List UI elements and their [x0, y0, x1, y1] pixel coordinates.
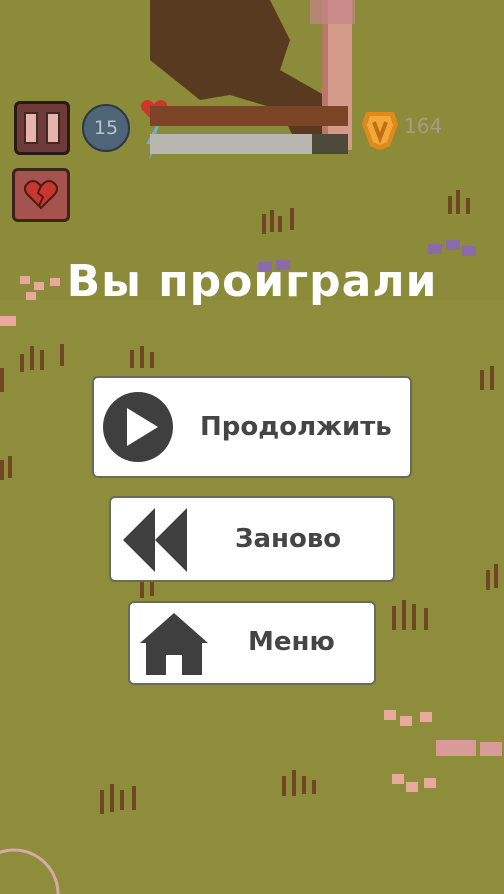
continue-label: Продолжить	[200, 412, 392, 442]
rewind-icon	[123, 508, 187, 572]
pause-button[interactable]	[14, 101, 70, 155]
main-menu-button[interactable]: Меню	[128, 601, 376, 685]
broken-heart-icon	[24, 180, 58, 210]
coin-count: 164	[404, 114, 443, 138]
pause-icon	[24, 112, 38, 144]
energy-bar	[150, 134, 348, 154]
play-icon	[103, 392, 173, 462]
health-bar	[150, 106, 348, 126]
continue-button[interactable]: Продолжить	[92, 376, 412, 478]
heart-ability-button[interactable]	[12, 168, 70, 222]
level-badge: 15	[82, 104, 130, 152]
energy-bar-fill	[150, 134, 313, 154]
level-number: 15	[93, 117, 119, 139]
coin-icon	[362, 112, 398, 150]
game-over-title: Вы проиграли	[66, 256, 438, 307]
restart-button[interactable]: Заново	[109, 496, 395, 582]
restart-label: Заново	[235, 524, 342, 554]
home-icon	[140, 613, 208, 675]
menu-label: Меню	[248, 627, 335, 657]
health-bar-fill	[150, 106, 348, 126]
